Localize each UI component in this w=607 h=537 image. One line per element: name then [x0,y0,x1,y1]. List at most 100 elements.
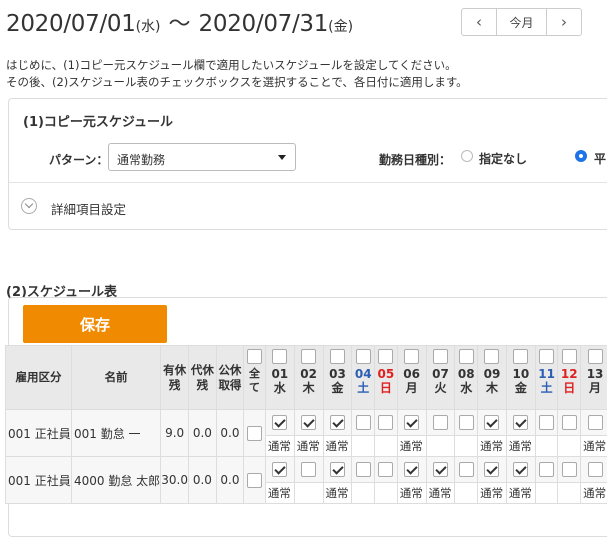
day-checkbox[interactable] [459,462,474,477]
row-all-cell [244,410,266,457]
this-month-button[interactable]: 今月 [496,9,547,35]
day-checkbox[interactable] [378,462,393,477]
day-check-cell [478,457,507,483]
day-type-cell: 通常 [478,436,507,457]
col-paid-leave-1: 有休 [163,363,186,377]
row-select-all-checkbox[interactable] [247,426,262,441]
day-checkbox[interactable] [301,462,316,477]
day-checkbox[interactable] [272,462,287,477]
subst-leave-cell: 0.0 [189,410,217,457]
day-type-cell [375,483,398,504]
day-checkbox[interactable] [513,415,528,430]
col-all: 全て [244,346,266,410]
save-button[interactable]: 保存 [23,305,167,343]
day-type-cell: 通常 [581,436,607,457]
day-checkbox[interactable] [301,415,316,430]
schedule-table: 雇用区分 名前 有休残 代休残 公休取得 全て 01水 02木 03金 04土 … [5,345,607,504]
day-weekday: 日 [558,381,580,395]
day-checkbox[interactable] [539,415,554,430]
day-select-checkbox[interactable] [433,349,448,364]
day-type-cell: 通常 [397,436,426,457]
day-select-checkbox[interactable] [356,349,371,364]
row-select-all-checkbox[interactable] [247,473,262,488]
select-all-checkbox[interactable] [247,349,262,364]
day-checkbox[interactable] [562,415,577,430]
day-check-cell [265,457,294,483]
period-header: 2020/07/01(水)〜2020/07/31(金) [6,6,353,36]
day-checkbox[interactable] [513,462,528,477]
day-type-cell: 通常 [397,483,426,504]
day-check-cell [294,457,323,483]
day-select-checkbox[interactable] [330,349,345,364]
day-type-cell [294,483,323,504]
day-checkbox[interactable] [588,415,603,430]
day-check-cell [535,410,558,436]
day-checkbox[interactable] [330,462,345,477]
day-select-checkbox[interactable] [539,349,554,364]
expand-chevron-icon[interactable] [21,198,37,214]
day-checkbox[interactable] [378,415,393,430]
day-type-cell: 通常 [323,436,352,457]
day-select-checkbox[interactable] [562,349,577,364]
day-checkbox[interactable] [330,415,345,430]
day-checkbox[interactable] [272,415,287,430]
name-cell: 001 勤怠 一 [71,410,160,457]
day-number: 06 [398,367,426,381]
day-select-checkbox[interactable] [301,349,316,364]
day-select-checkbox[interactable] [459,349,474,364]
pattern-select[interactable]: 通常勤務 [108,143,296,171]
day-checkbox[interactable] [404,415,419,430]
day-checkbox[interactable] [433,462,448,477]
day-number: 04 [352,367,374,381]
day-type-cell [352,483,375,504]
day-type-cell: 通常 [323,483,352,504]
day-number: 08 [455,367,477,381]
day-checkbox[interactable] [459,415,474,430]
day-select-checkbox[interactable] [588,349,603,364]
day-number: 12 [558,367,580,381]
prev-month-button[interactable]: ‹ [462,9,496,35]
day-checkbox[interactable] [356,462,371,477]
day-select-checkbox[interactable] [484,349,499,364]
day-checkbox[interactable] [484,415,499,430]
day-number: 11 [536,367,558,381]
day-type-cell: 通常 [478,483,507,504]
day-type-cell [558,436,581,457]
panel-divider [9,182,607,183]
day-number: 09 [478,367,506,381]
subst-leave-cell: 0.0 [189,457,217,504]
day-header: 10金 [506,346,535,410]
day-weekday: 月 [398,381,426,395]
detail-settings-toggle[interactable]: 詳細項目設定 [51,199,126,218]
day-checkbox[interactable] [433,415,448,430]
col-public-holiday: 公休取得 [216,346,244,410]
day-select-checkbox[interactable] [378,349,393,364]
row-all-cell [244,457,266,504]
day-check-cell [265,410,294,436]
day-checkbox[interactable] [404,462,419,477]
day-check-cell [535,457,558,483]
day-check-cell [506,457,535,483]
day-checkbox[interactable] [539,462,554,477]
public-holiday-cell: 0.0 [216,410,244,457]
next-month-button[interactable]: › [547,9,581,35]
day-checkbox[interactable] [562,462,577,477]
day-check-cell [323,410,352,436]
day-select-checkbox[interactable] [404,349,419,364]
pattern-select-value: 通常勤務 [117,153,165,167]
col-subst-leave-1: 代休 [191,363,214,377]
col-employment: 雇用区分 [6,346,72,410]
daytype-radio-none[interactable] [461,150,473,162]
end-date: 2020/07/31 [199,11,329,37]
day-checkbox[interactable] [484,462,499,477]
day-select-checkbox[interactable] [513,349,528,364]
day-checkbox[interactable] [588,462,603,477]
daytype-radio-weekday[interactable] [575,150,587,162]
day-check-cell [352,457,375,483]
day-checkbox[interactable] [356,415,371,430]
name-cell: 4000 勤怠 太郎 [71,457,160,504]
day-select-checkbox[interactable] [272,349,287,364]
day-check-cell [581,457,607,483]
day-check-cell [455,410,478,436]
col-public-holiday-1: 公休 [218,363,241,377]
